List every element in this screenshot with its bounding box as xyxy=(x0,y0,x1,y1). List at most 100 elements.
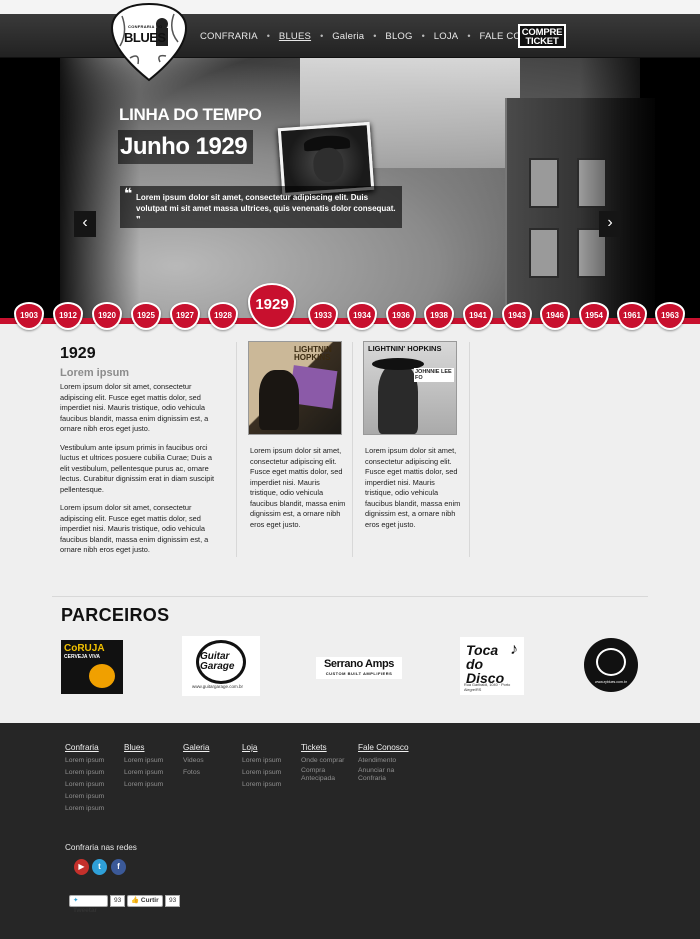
nav-separator: • xyxy=(467,31,471,41)
social-title: Confraria nas redes xyxy=(65,843,137,852)
timeline-year-1946[interactable]: 1946 xyxy=(540,302,570,330)
nav-separator: • xyxy=(266,31,270,41)
logo-wordmark: BLUES xyxy=(124,30,166,45)
footer-column-tickets: Tickets Onde comprar Compra Antecipada xyxy=(301,743,353,787)
footer-link[interactable]: Lorem ipsum xyxy=(124,755,176,767)
footer-link[interactable]: Lorem ipsum xyxy=(65,755,117,767)
footer-heading[interactable]: Blues xyxy=(124,743,176,752)
nav-separator: • xyxy=(320,31,324,41)
footer-link[interactable]: Lorem ipsum xyxy=(124,779,176,791)
top-strip xyxy=(0,0,700,14)
ticket-line-2: TICKET xyxy=(525,36,559,47)
tweet-count: 93 xyxy=(110,895,126,907)
timeline-year-1941[interactable]: 1941 xyxy=(463,302,493,330)
album-label: LIGHTNIN' HOPKINS xyxy=(368,344,442,353)
partner-logo-toca-do-disco[interactable]: Toca do Disco ♪ Rua Garibaldi, 1040 · Po… xyxy=(460,637,524,695)
timeline-year-1920[interactable]: 1920 xyxy=(92,302,122,330)
partner-logo-coruja[interactable]: CoRUJA CERVEJA VIVA xyxy=(61,640,123,694)
nav-blues[interactable]: BLUES xyxy=(279,31,311,42)
footer-link[interactable]: Onde comprar xyxy=(301,755,353,767)
footer-link[interactable]: Videos xyxy=(183,755,235,767)
timeline-year-1936[interactable]: 1936 xyxy=(386,302,416,330)
footer-heading[interactable]: Fale Conosco xyxy=(358,743,418,752)
timeline-year-1928[interactable]: 1928 xyxy=(208,302,238,330)
footer-link[interactable]: Lorem ipsum xyxy=(65,791,117,803)
album-cover-photo[interactable]: LIGHTNIN' HOPKINS JOHNNIE LEE FO xyxy=(363,341,457,435)
article-paragraph: Vestibulum ante ipsum primis in faucibus… xyxy=(60,442,215,494)
footer-heading[interactable]: Confraria xyxy=(65,743,117,752)
timeline-year-1934[interactable]: 1934 xyxy=(347,302,377,330)
footer-link[interactable]: Atendimento xyxy=(358,755,418,767)
year-article: 1929 Lorem ipsum Lorem ipsum dolor sit a… xyxy=(60,345,220,556)
timeline-year-1925[interactable]: 1925 xyxy=(131,302,161,330)
timeline-year-1954[interactable]: 1954 xyxy=(579,302,609,330)
nav-loja[interactable]: LOJA xyxy=(434,31,459,42)
footer-column-fale-conosco: Fale Conosco Atendimento Anunciar na Con… xyxy=(358,743,418,787)
main-nav: CONFRARIA • BLUES • Galeria • BLOG • LOJ… xyxy=(200,14,557,58)
footer-link[interactable]: Lorem ipsum xyxy=(242,755,294,767)
footer-link[interactable]: Lorem ipsum xyxy=(124,767,176,779)
site-header: CONFRARIA • BLUES • Galeria • BLOG • LOJ… xyxy=(0,14,700,58)
timeline-year-1933[interactable]: 1933 xyxy=(308,302,338,330)
footer-heading[interactable]: Loja xyxy=(242,743,294,752)
nav-confraria[interactable]: CONFRARIA xyxy=(200,31,258,42)
hero-fade-left xyxy=(0,58,140,318)
timeline-year-1961[interactable]: 1961 xyxy=(617,302,647,330)
serrano-wordmark: Serrano Amps xyxy=(324,658,394,670)
article-year: 1929 xyxy=(60,345,96,362)
album-label: LIGHTNIN HOPKINS xyxy=(294,345,332,362)
partner-logo-serrano-amps[interactable]: Serrano Amps CUSTOM BUILT AMPLIFIERS xyxy=(316,657,402,679)
column-divider xyxy=(352,342,353,557)
portrait-face xyxy=(312,146,345,183)
timeline-year-1943[interactable]: 1943 xyxy=(502,302,532,330)
site-logo[interactable]: CONFRARIA DO BLUES xyxy=(110,2,188,82)
music-note-icon: ♪ xyxy=(510,641,518,658)
footer-link[interactable]: Lorem ipsum xyxy=(65,779,117,791)
tweet-button[interactable]: ✦ Tweetar xyxy=(69,895,108,914)
partners-title: PARCEIROS xyxy=(61,605,170,625)
column-divider xyxy=(236,342,237,557)
owl-icon xyxy=(89,664,115,688)
twitter-bird-icon: ✦ xyxy=(73,897,79,904)
timeline-year-1903[interactable]: 1903 xyxy=(14,302,44,330)
facebook-icon[interactable]: f xyxy=(111,859,126,875)
building-window xyxy=(529,228,559,278)
nav-blog[interactable]: BLOG xyxy=(385,31,412,42)
footer-link[interactable]: Lorem ipsum xyxy=(242,779,294,791)
footer-link[interactable]: Anunciar na Confraria xyxy=(358,767,404,783)
footer-column-loja: Loja Lorem ipsum Lorem ipsum Lorem ipsum xyxy=(242,743,294,791)
article-subtitle: Lorem ipsum xyxy=(60,367,130,379)
footer-column-blues: Blues Lorem ipsum Lorem ipsum Lorem ipsu… xyxy=(124,743,176,791)
hero-kicker: LINHA DO TEMPO xyxy=(119,105,262,124)
logo-subtitle: CONFRARIA DO xyxy=(128,24,163,29)
hero-prev-arrow-icon[interactable]: ‹ xyxy=(74,211,96,237)
section-divider xyxy=(52,596,648,597)
timeline-year-1927[interactable]: 1927 xyxy=(170,302,200,330)
nav-galeria[interactable]: Galeria xyxy=(332,31,364,42)
twitter-icon[interactable]: t xyxy=(92,859,107,875)
footer-link[interactable]: Lorem ipsum xyxy=(65,803,117,815)
timeline-year-1912[interactable]: 1912 xyxy=(53,302,83,330)
footer-heading[interactable]: Tickets xyxy=(301,743,353,752)
timeline-year-1963[interactable]: 1963 xyxy=(655,302,685,330)
like-button[interactable]: 👍 Curtir xyxy=(127,895,163,907)
crest-icon xyxy=(596,648,626,676)
hero-fade-right xyxy=(580,58,700,318)
like-count: 93 xyxy=(165,895,181,907)
toca-wordmark: Toca do Disco xyxy=(466,642,505,686)
footer-link[interactable]: Lorem ipsum xyxy=(65,767,117,779)
album-sign: JOHNNIE LEE FO xyxy=(414,368,454,382)
partner-logo-circle[interactable]: www.zyblues.com.br xyxy=(584,638,638,692)
hero-next-arrow-icon[interactable]: › xyxy=(599,211,621,237)
timeline-year-1938[interactable]: 1938 xyxy=(424,302,454,330)
footer-link[interactable]: Fotos xyxy=(183,767,235,779)
album-cover-photo[interactable]: LIGHTNIN HOPKINS xyxy=(248,341,342,435)
youtube-icon[interactable]: ▶ xyxy=(74,859,89,875)
coruja-tagline: CERVEJA VIVA xyxy=(64,654,101,660)
footer-link[interactable]: Lorem ipsum xyxy=(242,767,294,779)
footer-heading[interactable]: Galeria xyxy=(183,743,235,752)
partner-logo-guitar-garage[interactable]: Guitar Garage www.guitargarage.com.br xyxy=(182,636,260,696)
hero-quote: ❝ Lorem ipsum dolor sit amet, consectetu… xyxy=(120,186,402,228)
buy-ticket-button[interactable]: COMPRE TICKET xyxy=(518,24,566,48)
footer-link[interactable]: Compra Antecipada xyxy=(301,767,347,783)
